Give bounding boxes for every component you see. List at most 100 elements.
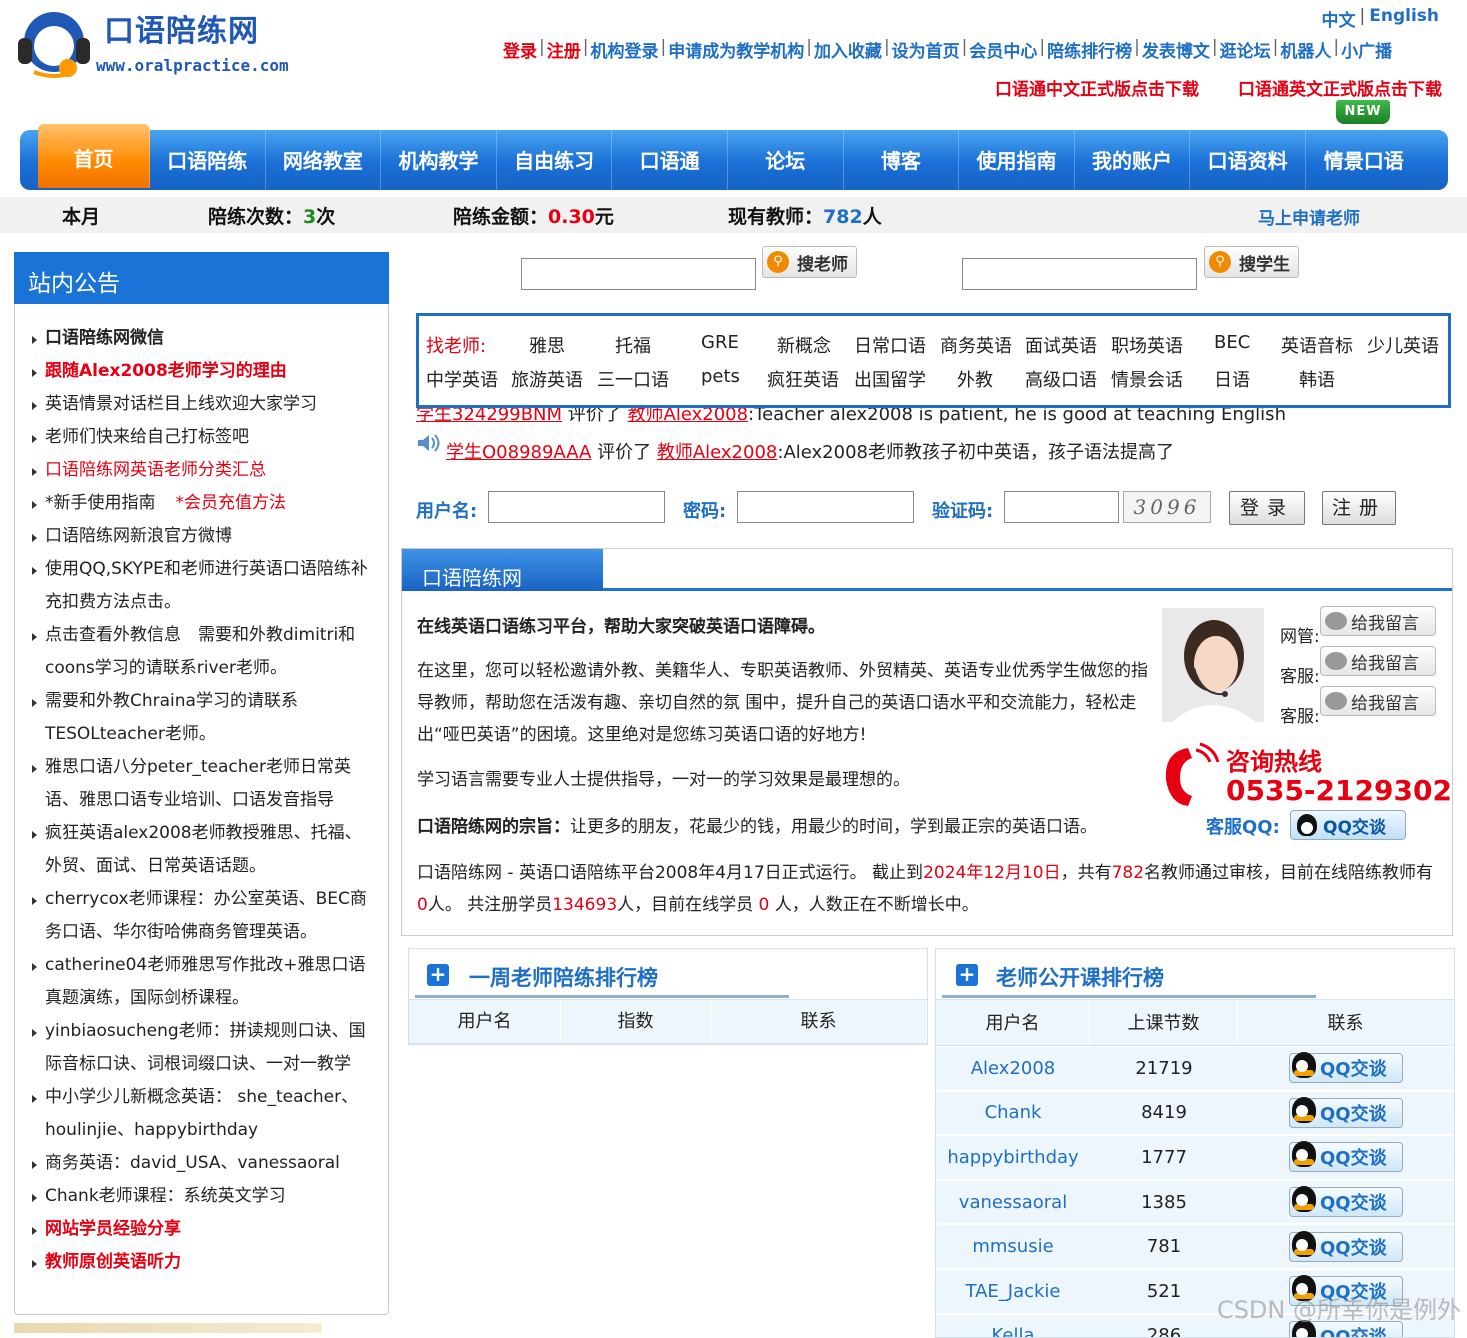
tag-link[interactable]: 雅思 <box>529 332 565 358</box>
nav-item[interactable]: 我的账户 <box>1075 130 1191 190</box>
username-input[interactable] <box>488 491 665 523</box>
tag-link[interactable]: 英语音标 <box>1281 332 1353 358</box>
teacher-name-link[interactable]: happybirthday <box>936 1147 1090 1168</box>
tag-link[interactable]: 面试英语 <box>1025 332 1097 358</box>
teacher-name-link[interactable]: TAE_Jackie <box>936 1281 1090 1302</box>
notice-item[interactable]: catherine04老师雅思写作批改+雅思口语真题演练，国际剑桥课程。 <box>31 949 376 1015</box>
apply-teacher-link[interactable]: 马上申请老师 <box>1258 204 1360 229</box>
register-button[interactable]: 注册 <box>1322 491 1396 525</box>
notice-item[interactable]: 网站学员经验分享 <box>31 1213 376 1246</box>
top-link[interactable]: 小广播 <box>1341 37 1392 62</box>
student-search-input[interactable] <box>962 258 1197 290</box>
top-link[interactable]: 逛论坛 <box>1220 37 1271 62</box>
notice-item[interactable]: cherrycox老师课程：办公室英语、BEC商务口语、华尔街哈佛商务管理英语。 <box>31 883 376 949</box>
tag-link[interactable]: 情景会话 <box>1111 366 1183 392</box>
leave-message-button[interactable]: 给我留言 <box>1320 606 1436 636</box>
tag-link[interactable]: 日常口语 <box>854 332 926 358</box>
qq-chat-button[interactable]: QQ交谈 <box>1289 1096 1403 1128</box>
notice-item[interactable]: 老师们快来给自己打标签吧 <box>31 421 376 454</box>
password-input[interactable] <box>737 491 914 523</box>
nav-item[interactable]: 自由练习 <box>497 130 613 190</box>
notice-item[interactable]: yinbiaosucheng老师：拼读规则口诀、国际音标口诀、词根词缀口诀、一对… <box>31 1015 376 1081</box>
teacher-name-link[interactable]: Kella <box>936 1325 1090 1337</box>
lang-english-link[interactable]: English <box>1369 6 1439 31</box>
qq-chat-button[interactable]: QQ交谈 <box>1289 1141 1403 1173</box>
top-link[interactable]: 机构登录 <box>590 37 658 62</box>
tag-link[interactable]: 出国留学 <box>854 366 926 392</box>
tag-link[interactable]: 三一口语 <box>597 366 669 392</box>
nav-item[interactable]: 口语资料 <box>1190 130 1306 190</box>
login-button[interactable]: 登录 <box>1229 491 1305 525</box>
teacher-name-link[interactable]: mmsusie <box>936 1236 1090 1257</box>
tag-link[interactable]: 少儿英语 <box>1367 332 1439 358</box>
tag-link[interactable]: 新概念 <box>777 332 831 358</box>
teacher-name-link[interactable]: vanessaoral <box>936 1192 1090 1213</box>
top-link[interactable]: 注册 <box>547 37 581 62</box>
tag-link[interactable]: 中学英语 <box>426 366 498 392</box>
notice-item[interactable]: Chank老师课程：系统英文学习 <box>31 1180 376 1213</box>
nav-item[interactable]: 机构教学 <box>381 130 497 190</box>
notice-item[interactable]: 跟随Alex2008老师学习的理由 <box>31 355 376 388</box>
nav-item[interactable]: 论坛 <box>728 130 844 190</box>
tag-link[interactable]: 职场英语 <box>1111 332 1183 358</box>
top-link[interactable]: 登录 <box>503 37 537 62</box>
nav-item[interactable]: 使用指南 <box>959 130 1075 190</box>
leave-message-button[interactable]: 给我留言 <box>1320 646 1436 676</box>
notice-item[interactable]: 点击查看外教信息 需要和外教dimitri和coons学习的请联系river老师… <box>31 619 376 685</box>
captcha-image[interactable]: 3096 <box>1123 491 1211 523</box>
leave-message-button[interactable]: 给我留言 <box>1320 686 1436 716</box>
qq-chat-button[interactable]: QQ交谈 <box>1289 1052 1403 1084</box>
qq-chat-button[interactable]: QQ交谈 <box>1289 1230 1403 1262</box>
tag-link[interactable]: 疯狂英语 <box>767 366 839 392</box>
tag-link[interactable]: GRE <box>701 332 739 353</box>
download-en-link[interactable]: 口语通英文正式版点击下载 <box>1238 75 1442 100</box>
tag-link[interactable]: 旅游英语 <box>511 366 583 392</box>
tag-link[interactable]: 商务英语 <box>940 332 1012 358</box>
notice-item[interactable]: 口语陪练网微信 <box>31 322 376 355</box>
notice-item[interactable]: 商务英语：david_USA、vanessaoral <box>31 1147 376 1180</box>
service-qq-button[interactable]: QQ交谈 <box>1290 810 1406 840</box>
notice-item[interactable]: 口语陪练网英语老师分类汇总 <box>31 454 376 487</box>
nav-item[interactable]: 情景口语 <box>1306 130 1422 190</box>
teacher-search-input[interactable] <box>521 258 756 290</box>
notice-item[interactable]: 英语情景对话栏目上线欢迎大家学习 <box>31 388 376 421</box>
nav-item[interactable]: 博客 <box>844 130 960 190</box>
nav-item[interactable]: 首页 <box>38 124 150 188</box>
captcha-input[interactable] <box>1004 491 1119 523</box>
tag-link[interactable]: 日语 <box>1214 366 1250 392</box>
top-link[interactable]: 会员中心 <box>969 37 1037 62</box>
site-logo-text[interactable]: 口语陪练网 <box>104 6 259 50</box>
top-link[interactable]: 申请成为教学机构 <box>668 37 804 62</box>
tag-link[interactable]: pets <box>701 366 740 387</box>
notice-item[interactable]: 需要和外教Chraina学习的请联系TESOLteacher老师。 <box>31 685 376 751</box>
lang-chinese-link[interactable]: 中文 <box>1322 6 1356 31</box>
nav-item[interactable]: 网络教室 <box>266 130 382 190</box>
notice-item[interactable]: 中小学少儿新概念英语： she_teacher、houlinjie、happyb… <box>31 1081 376 1147</box>
notice-item[interactable]: 口语陪练网新浪官方微博 <box>31 520 376 553</box>
search-teacher-button[interactable]: ⚲ 搜老师 <box>762 246 857 278</box>
notice-item[interactable]: 雅思口语八分peter_teacher老师日常英语、雅思口语专业培训、口语发音指… <box>31 751 376 817</box>
tag-link[interactable]: BEC <box>1214 332 1250 353</box>
tag-link[interactable]: 外教 <box>957 366 993 392</box>
notice-item[interactable]: 使用QQ,SKYPE和老师进行英语口语陪练补充扣费方法点击。 <box>31 553 376 619</box>
nav-item[interactable]: 口语通 <box>612 130 728 190</box>
notice-item[interactable]: 教师原创英语听力 <box>31 1246 376 1279</box>
top-link[interactable]: 陪练排行榜 <box>1047 37 1132 62</box>
search-student-button[interactable]: ⚲ 搜学生 <box>1204 246 1299 278</box>
top-link[interactable]: 加入收藏 <box>814 37 882 62</box>
tag-link[interactable]: 托福 <box>615 332 651 358</box>
top-link[interactable]: 发表博文 <box>1142 37 1210 62</box>
top-link[interactable]: 机器人 <box>1280 37 1331 62</box>
intro-tab[interactable]: 口语陪练网 <box>402 549 603 591</box>
download-cn-link[interactable]: 口语通中文正式版点击下载 <box>995 75 1199 100</box>
nav-item[interactable]: 口语陪练 <box>150 130 266 190</box>
top-link[interactable]: 设为首页 <box>892 37 960 62</box>
headset-logo-icon <box>18 12 90 78</box>
teacher-name-link[interactable]: Alex2008 <box>936 1058 1090 1079</box>
qq-chat-button[interactable]: QQ交谈 <box>1289 1186 1403 1218</box>
tag-link[interactable]: 韩语 <box>1299 366 1335 392</box>
notice-item[interactable]: *新手使用指南 *会员充值方法 <box>31 487 376 520</box>
teacher-name-link[interactable]: Chank <box>936 1102 1090 1123</box>
notice-item[interactable]: 疯狂英语alex2008老师教授雅思、托福、外贸、面试、日常英语话题。 <box>31 817 376 883</box>
tag-link[interactable]: 高级口语 <box>1025 366 1097 392</box>
